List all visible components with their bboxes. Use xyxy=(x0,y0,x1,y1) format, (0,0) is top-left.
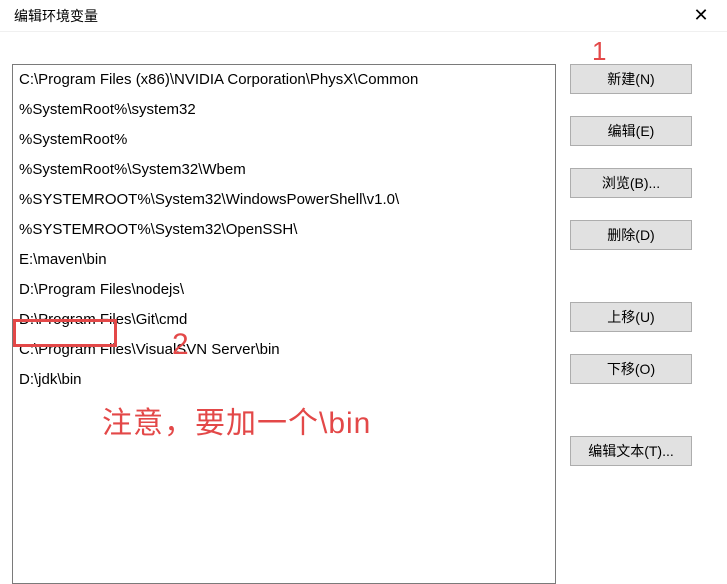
window-title: 编辑环境变量 xyxy=(14,6,98,26)
move-up-button[interactable]: 上移(U) xyxy=(570,302,692,332)
list-item[interactable]: %SystemRoot% xyxy=(13,125,555,155)
edit-text-button[interactable]: 编辑文本(T)... xyxy=(570,436,692,466)
list-item[interactable]: %SYSTEMROOT%\System32\WindowsPowerShell\… xyxy=(13,185,555,215)
browse-button[interactable]: 浏览(B)... xyxy=(570,168,692,198)
content-area: C:\Program Files (x86)\NVIDIA Corporatio… xyxy=(0,32,727,577)
list-item[interactable]: D:\jdk\bin xyxy=(13,365,555,395)
list-item[interactable]: E:\maven\bin xyxy=(13,245,555,275)
new-button[interactable]: 新建(N) xyxy=(570,64,692,94)
delete-button[interactable]: 删除(D) xyxy=(570,220,692,250)
path-list[interactable]: C:\Program Files (x86)\NVIDIA Corporatio… xyxy=(12,64,556,584)
list-item[interactable]: %SystemRoot%\System32\Wbem xyxy=(13,155,555,185)
list-item[interactable]: C:\Program Files (x86)\NVIDIA Corporatio… xyxy=(13,65,555,95)
move-down-button[interactable]: 下移(O) xyxy=(570,354,692,384)
list-item[interactable]: D:\Program Files\nodejs\ xyxy=(13,275,555,305)
close-icon[interactable]: ✕ xyxy=(685,0,717,32)
title-bar: 编辑环境变量 ✕ xyxy=(0,0,727,32)
edit-button[interactable]: 编辑(E) xyxy=(570,116,692,146)
button-panel: 新建(N) 编辑(E) 浏览(B)... 删除(D) 上移(U) 下移(O) 编… xyxy=(570,64,700,565)
list-item[interactable]: %SystemRoot%\system32 xyxy=(13,95,555,125)
list-item[interactable]: D:\Program Files\Git\cmd xyxy=(13,305,555,335)
list-item[interactable]: C:\Program Files\VisualSVN Server\bin xyxy=(13,335,555,365)
list-item[interactable]: %SYSTEMROOT%\System32\OpenSSH\ xyxy=(13,215,555,245)
